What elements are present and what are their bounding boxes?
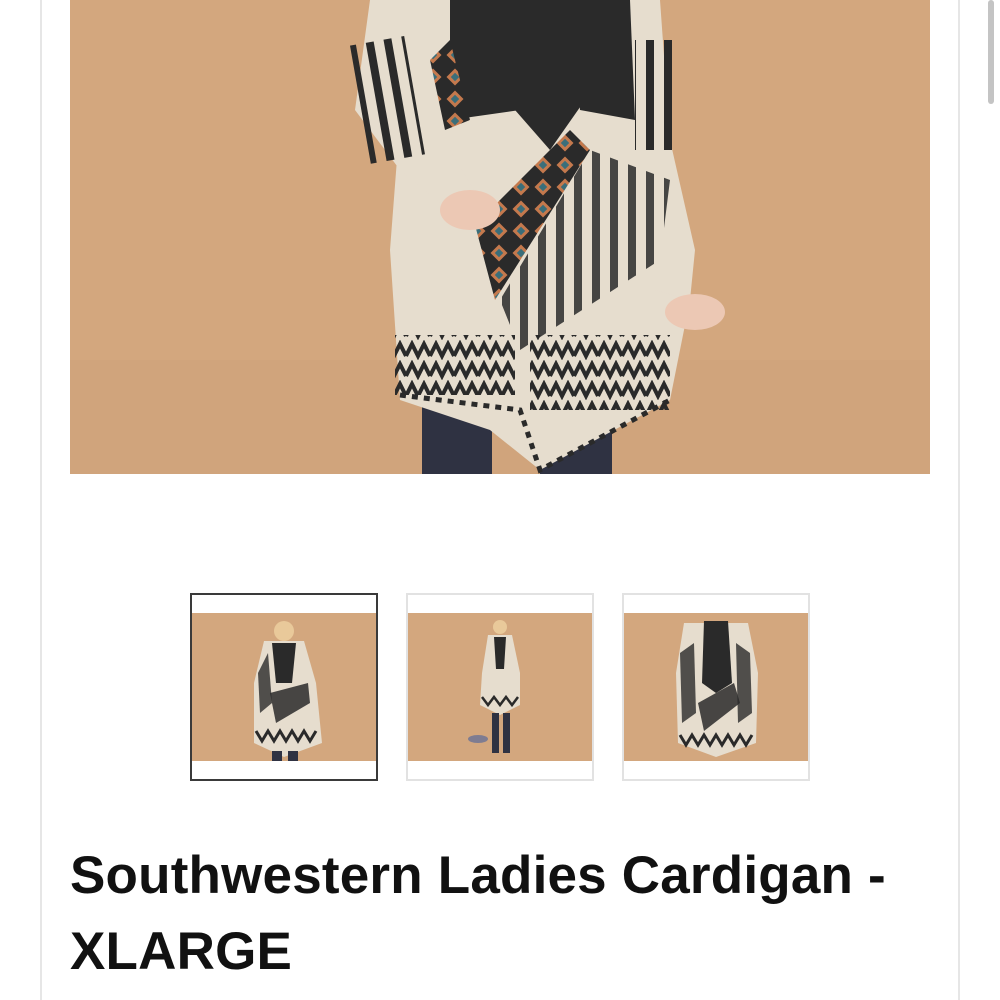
thumbnail-3[interactable] (622, 593, 810, 781)
thumbnail-flat-view (624, 613, 808, 761)
thumbnail-front-view (192, 613, 376, 761)
thumbnail-full-length-view (408, 613, 592, 761)
thumbnail-2[interactable] (406, 593, 594, 781)
product-page: Southwestern Ladies Cardigan - XLARGE (0, 0, 1000, 1000)
thumbnail-1[interactable] (190, 593, 378, 781)
cardigan-illustration (70, 0, 930, 474)
product-title: Southwestern Ladies Cardigan - XLARGE (70, 846, 886, 981)
scrollbar-thumb[interactable] (988, 0, 994, 104)
main-product-image[interactable] (70, 0, 930, 474)
thumbnail-strip (190, 593, 812, 783)
